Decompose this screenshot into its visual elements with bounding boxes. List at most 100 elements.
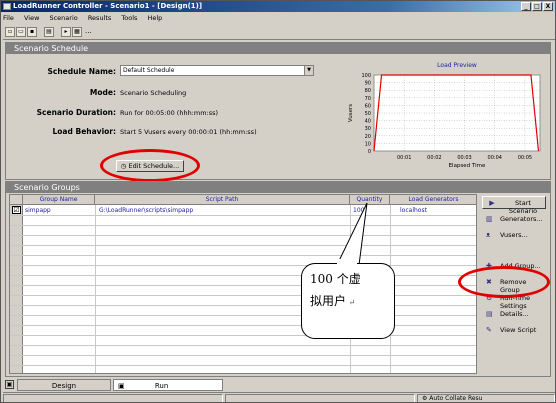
scenario-groups-panel: Scenario Groups Group Name Script Path Q… [5,181,551,377]
clock-icon: ◷ [120,162,129,170]
annotation-line2: 拟用户 ↵ [310,294,356,308]
annotation-line1: 100 个虚 [310,272,361,286]
y-tick-label: 30 [365,126,371,132]
status-panel [3,394,223,402]
runtime-settings-icon: ⚙ [486,294,493,302]
y-tick-label: 100 [361,73,371,79]
row-separator [10,235,476,236]
title-bar: LoadRunner Controller - Scenario1 - [Des… [1,1,555,12]
y-tick-label: 0 [368,149,371,155]
view-script-button[interactable]: ✎ View Script [482,324,546,337]
toolbar-overflow[interactable]: ... [85,27,92,35]
edit-schedule-label: Edit Schedule... [128,162,180,170]
row-separator [10,295,476,296]
groups-header: Scenario Groups [6,182,550,193]
minimize-button[interactable]: _ [521,2,531,11]
mode-label: Mode: [89,88,116,97]
row-separator [10,225,476,226]
row-separator [10,335,476,336]
maximize-button[interactable]: □ [532,2,542,11]
y-tick-label: 90 [365,81,371,87]
details-icon: ▤ [486,310,493,318]
run-icon[interactable]: ▸ [61,27,71,37]
x-tick-label: 00:05 [518,155,532,161]
scenario-schedule-panel: Scenario Schedule Schedule Name: Default… [5,42,551,182]
monitor-icon[interactable]: ▦ [72,27,82,37]
y-tick-label: 80 [365,88,371,94]
row-separator [10,265,476,266]
menu-help[interactable]: Help [147,14,162,22]
add-group-icon: ✚ [486,262,492,270]
print-icon[interactable]: ▤ [44,27,54,37]
save-icon[interactable]: ▪ [27,27,37,37]
x-tick-label: 00:01 [397,155,411,161]
column-divider [95,205,96,373]
run-view-icon: ▣ [118,382,125,390]
row-separator [10,285,476,286]
x-tick-label: 00:03 [457,155,471,161]
schedule-name-select[interactable]: Default Schedule ▼ [120,65,314,76]
view-script-icon: ✎ [486,326,492,334]
app-icon [3,3,11,10]
cell-script-path: G:\LoadRunner\scripts\simpapp [99,207,194,214]
schedule-name-label: Schedule Name: [47,67,117,76]
corner-header [10,195,23,205]
design-view-icon[interactable]: ▣ [5,380,14,389]
y-tick-label: 40 [365,119,371,125]
schedule-header: Scenario Schedule [6,43,550,54]
generators-button[interactable]: ▥ Generators... [482,213,546,226]
tab-design[interactable]: Design [17,379,111,391]
row-separator [10,245,476,246]
controller-window: LoadRunner Controller - Scenario1 - [Des… [0,0,556,403]
y-tick-label: 60 [365,103,371,109]
menu-view[interactable]: View [24,14,39,22]
add-group-button[interactable]: ✚ Add Group... [482,260,546,273]
y-axis-label: Vusers [348,104,354,122]
runtime-settings-button[interactable]: ⚙ Run-Time Settings [482,292,546,310]
menu-file[interactable]: File [3,14,14,22]
new-icon[interactable]: ▫ [5,27,15,37]
tab-run[interactable]: ▣ Run [113,379,223,391]
menu-tools[interactable]: Tools [121,14,137,22]
menu-scenario[interactable]: Scenario [49,14,77,22]
remove-group-icon: ✖ [486,278,492,286]
chart-title: Load Preview [437,62,477,69]
behavior-value: Start 5 Vusers every 00:00:01 (hh:mm:ss) [120,128,257,136]
close-button[interactable]: X [543,2,553,11]
edit-schedule-button[interactable]: ◷ Edit Schedule... [116,160,184,172]
vusers-button[interactable]: ᴥ Vusers... [482,229,546,242]
details-button[interactable]: ▤ Details... [482,308,546,321]
annotation-callout: 100 个虚 拟用户 ↵ [301,263,395,339]
row-checkbox[interactable]: ☑ [12,206,21,214]
y-tick-label: 20 [365,134,371,140]
groups-table: Group Name Script Path Quantity Load Gen… [9,194,477,374]
load-preview-chart: Load Preview 0 1020 3040 50 6070 8090 100 00:01 0… [348,62,541,169]
column-script-path[interactable]: Script Path [95,195,350,205]
cell-load-generator: localhost [400,207,427,214]
cell-group-name: simpapp [25,207,51,214]
x-tick-label: 00:04 [488,155,502,161]
row-separator [10,345,476,346]
row-separator [10,255,476,256]
chevron-down-icon[interactable]: ▼ [304,66,313,75]
duration-value: Run for 00:05:00 (hhh:mm:ss) [120,109,219,117]
callout-joint [337,259,357,267]
mode-value: Scenario Scheduling [120,89,187,97]
remove-group-button[interactable]: ✖ Remove Group [482,276,546,294]
auto-collate-status: ⚙ Auto Collate Resu [417,394,555,402]
window-title: LoadRunner Controller - Scenario1 - [Des… [13,2,203,10]
column-group-name[interactable]: Group Name [23,195,95,205]
row-header-strip [10,205,23,373]
vusers-icon: ᴥ [486,231,491,239]
open-icon[interactable]: ▭ [16,27,26,37]
row-separator [10,315,476,316]
start-scenario-button[interactable]: ▶ Start Scenario [482,196,546,215]
play-icon: ▶ [489,199,495,207]
column-load-generators[interactable]: Load Generators [390,195,476,205]
menu-results[interactable]: Results [88,14,111,22]
generator-icon: ▥ [486,215,493,223]
view-tabs: ▣ Design ▣ Run [3,378,555,391]
behavior-label: Load Behavior: [52,127,117,136]
row-separator [10,325,476,326]
x-tick-label: 00:02 [427,155,441,161]
